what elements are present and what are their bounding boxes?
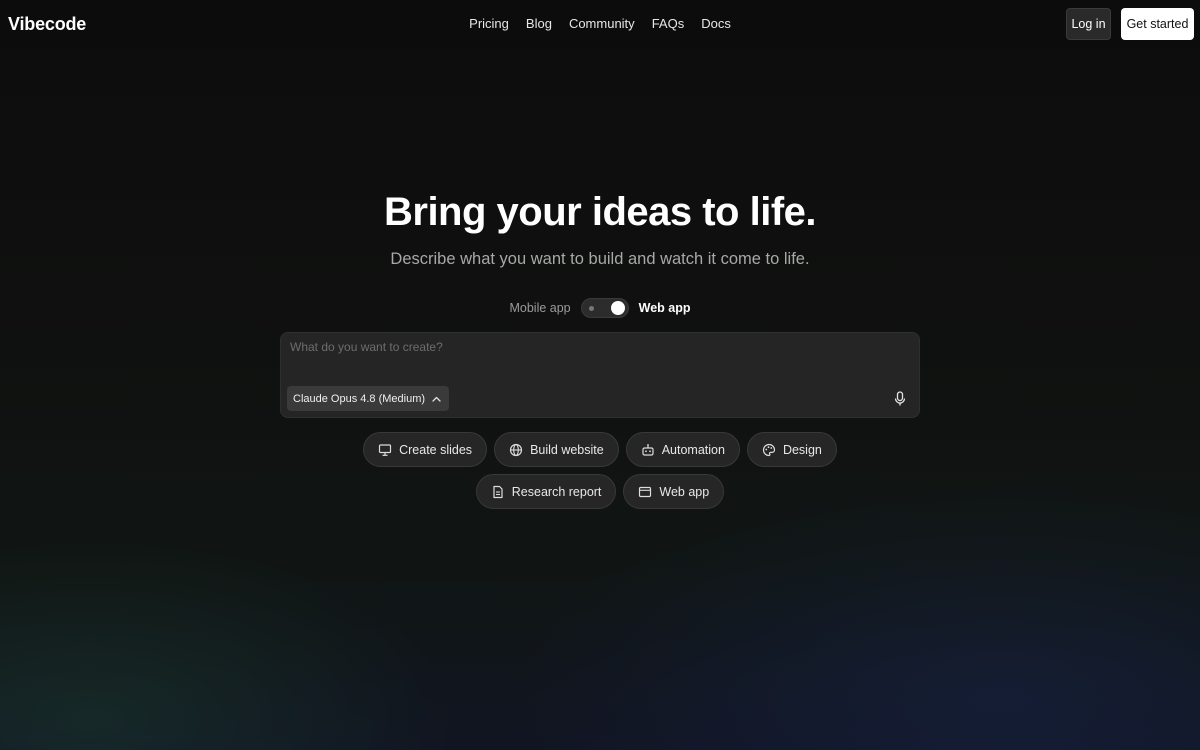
palette-icon bbox=[762, 443, 776, 456]
chip-label: Build website bbox=[530, 442, 604, 457]
chip-build-website[interactable]: Build website bbox=[494, 432, 619, 467]
chip-web-app[interactable]: Web app bbox=[623, 474, 725, 509]
nav-docs[interactable]: Docs bbox=[701, 16, 731, 31]
prompt-box: Claude Opus 4.8 (Medium) bbox=[280, 332, 920, 418]
nav-community[interactable]: Community bbox=[569, 16, 635, 31]
toggle-off-dot bbox=[588, 306, 594, 311]
chip-research-report[interactable]: Research report bbox=[475, 474, 617, 509]
model-selector[interactable]: Claude Opus 4.8 (Medium) bbox=[287, 386, 450, 411]
app-type-toggle[interactable] bbox=[580, 298, 629, 318]
nav-pricing[interactable]: Pricing bbox=[469, 16, 509, 31]
robot-icon bbox=[642, 443, 654, 456]
chip-automation[interactable]: Automation bbox=[625, 432, 740, 467]
presentation-icon bbox=[379, 443, 392, 456]
site-header: Vibecode Pricing Blog Community FAQs Doc… bbox=[0, 0, 1200, 48]
logo[interactable]: Vibecode bbox=[8, 14, 86, 35]
mobile-app-label[interactable]: Mobile app bbox=[509, 301, 570, 315]
prompt-input[interactable] bbox=[290, 340, 910, 376]
chip-create-slides[interactable]: Create slides bbox=[363, 432, 488, 467]
get-started-button[interactable]: Get started bbox=[1121, 8, 1194, 40]
login-button[interactable]: Log in bbox=[1066, 8, 1111, 40]
suggestion-chips-row-2: Research report Web app bbox=[0, 474, 1200, 509]
chip-label: Automation bbox=[661, 442, 725, 457]
web-app-label[interactable]: Web app bbox=[639, 301, 691, 315]
chip-label: Create slides bbox=[399, 442, 473, 457]
toggle-knob bbox=[610, 301, 625, 315]
hero-subtitle: Describe what you want to build and watc… bbox=[390, 250, 810, 268]
document-icon bbox=[493, 485, 503, 498]
chip-design[interactable]: Design bbox=[746, 432, 837, 467]
app-type-toggle-row: Mobile app Web app bbox=[0, 298, 1200, 318]
model-label: Claude Opus 4.8 (Medium) bbox=[293, 392, 426, 405]
browser-window-icon bbox=[639, 486, 652, 497]
hero-title: Bring your ideas to life. bbox=[383, 190, 817, 234]
globe-icon bbox=[509, 443, 523, 456]
nav-faqs[interactable]: FAQs bbox=[652, 16, 685, 31]
main-nav: Pricing Blog Community FAQs Docs bbox=[0, 16, 1200, 31]
chip-label: Web app bbox=[659, 484, 710, 499]
microphone-icon[interactable] bbox=[893, 391, 907, 407]
chevron-up-icon bbox=[432, 396, 441, 402]
chip-label: Design bbox=[782, 442, 822, 457]
chip-label: Research report bbox=[511, 484, 602, 499]
nav-blog[interactable]: Blog bbox=[526, 16, 552, 31]
suggestion-chips-row-1: Create slides Build website Automation D… bbox=[0, 432, 1200, 467]
